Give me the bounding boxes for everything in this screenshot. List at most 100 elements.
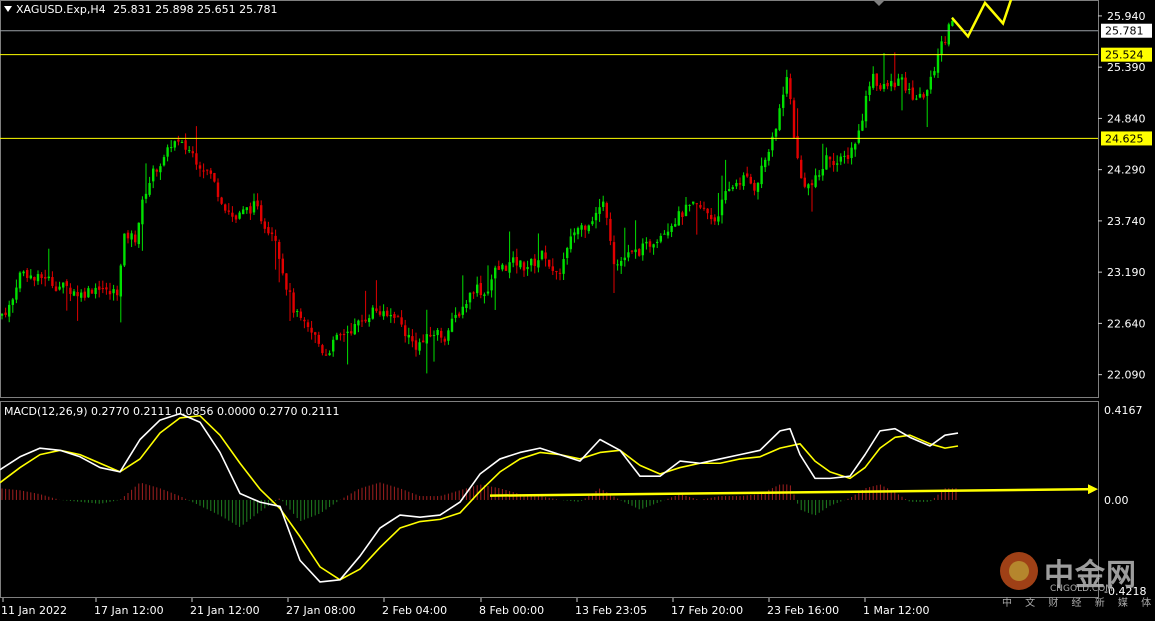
candle-body: [141, 199, 144, 225]
candle-body: [656, 241, 659, 244]
candle-body: [256, 200, 259, 207]
candle-body: [76, 292, 79, 297]
candle-body: [15, 287, 18, 300]
candle-body: [612, 242, 616, 265]
candle-body: [155, 169, 158, 172]
candle-body: [605, 203, 608, 218]
candle-body: [544, 252, 547, 259]
candle-body: [335, 334, 338, 340]
shift-marker-icon[interactable]: [873, 0, 885, 6]
candle-body: [803, 177, 806, 187]
candle-body: [472, 292, 475, 294]
time-tick-label: 23 Feb 16:00: [767, 604, 839, 617]
candle-body: [940, 41, 943, 55]
candle-body: [8, 304, 11, 317]
candle-body: [602, 201, 605, 207]
time-tick-label: 17 Jan 12:00: [94, 604, 164, 617]
candle-body: [350, 331, 353, 334]
candle-body: [436, 330, 439, 336]
time-tick-label: 27 Jan 08:00: [286, 604, 356, 617]
candle-body: [378, 311, 382, 315]
time-tick-label: 13 Feb 23:05: [575, 604, 647, 617]
candle-body: [738, 183, 742, 185]
candle-body: [177, 139, 180, 142]
candle-body: [310, 327, 313, 333]
candle-body: [537, 260, 540, 268]
price-tick-label: 22.090: [1107, 369, 1146, 382]
candle-body: [389, 314, 392, 317]
candle-body: [98, 286, 101, 290]
candle-body: [915, 98, 918, 100]
candle-body: [0, 314, 4, 316]
price-chart[interactable]: 22.090 22.640 23.190 23.740 24.290 24.840 25.3…: [0, 0, 1155, 621]
candle-body: [184, 140, 187, 150]
candle-body: [162, 157, 166, 166]
chart-menu-icon[interactable]: [4, 6, 12, 12]
candle-body: [947, 24, 950, 45]
macd-indicator-label: MACD(12,26,9) 0.2770 0.2111 0.0856 0.000…: [4, 405, 340, 418]
candle-body: [386, 310, 389, 316]
candle-body: [332, 339, 335, 352]
candle-body: [180, 142, 184, 144]
candle-body: [749, 176, 752, 184]
candle-body: [594, 212, 598, 221]
candle-body: [677, 211, 680, 226]
candle-body: [746, 173, 749, 177]
candle-body: [875, 73, 878, 86]
candle-body: [112, 289, 115, 294]
candle-body: [926, 90, 929, 96]
candle-body: [526, 267, 529, 270]
candle-body: [231, 212, 234, 217]
candle-body: [843, 155, 846, 157]
candle-body: [306, 322, 310, 328]
candle-body: [879, 85, 882, 90]
candle-body: [375, 308, 378, 311]
candle-body: [882, 84, 886, 89]
axes: 22.090 22.640 23.190 23.740 24.290 24.840 25.3…: [1, 10, 1152, 617]
candle-body: [616, 264, 619, 266]
candle-body: [191, 151, 194, 154]
candle-body: [720, 199, 724, 216]
candle-body: [360, 320, 364, 322]
candle-body: [249, 206, 252, 214]
candle-body: [353, 324, 356, 335]
candle-body: [22, 271, 25, 274]
candle-body: [321, 345, 324, 354]
candle-body: [242, 209, 245, 215]
candle-body: [918, 93, 922, 98]
candle-body: [821, 168, 824, 176]
candle-body: [94, 287, 97, 295]
candle-body: [512, 257, 515, 263]
candle-body: [609, 218, 612, 241]
candle-body: [90, 289, 94, 294]
candle-body: [278, 242, 281, 259]
candle-body: [717, 216, 720, 222]
candle-body: [342, 333, 346, 335]
candle-body: [130, 233, 133, 240]
candle-body: [566, 248, 569, 259]
candle-body: [418, 342, 421, 351]
candle-body: [857, 130, 860, 143]
candle-body: [922, 94, 925, 98]
candle-body: [468, 292, 472, 303]
candle-body: [328, 353, 331, 356]
candle-body: [753, 182, 756, 191]
price-tick-label: 23.190: [1107, 266, 1146, 279]
candle-body: [558, 272, 562, 274]
candle-body: [515, 257, 518, 266]
candle-body: [731, 187, 734, 190]
candle-body: [36, 274, 40, 282]
candle-body: [904, 77, 907, 91]
candle-body: [260, 205, 263, 222]
candle-body: [562, 259, 565, 274]
candle-body: [54, 286, 58, 291]
candle-body: [645, 241, 648, 244]
candle-body: [846, 155, 850, 159]
candle-body: [195, 153, 198, 165]
candle-body: [501, 264, 504, 270]
candle-body: [476, 284, 479, 294]
candle-body: [872, 73, 875, 88]
candle-body: [508, 262, 511, 273]
candle-body: [807, 184, 810, 189]
candle-body: [735, 182, 738, 187]
